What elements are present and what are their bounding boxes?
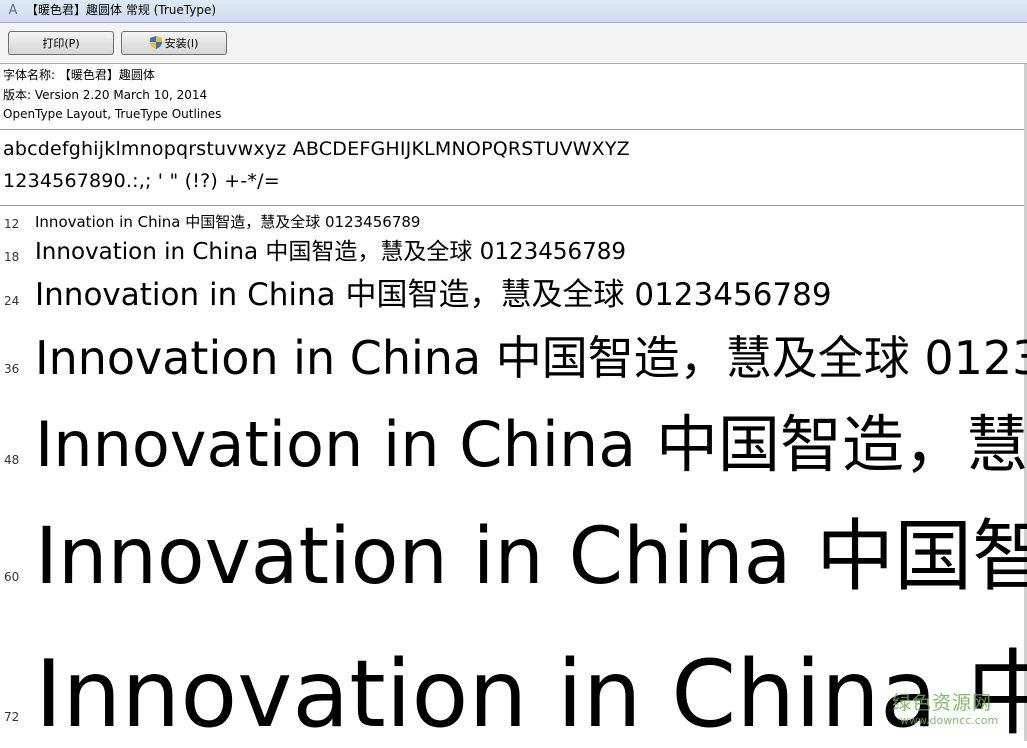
charset-letters: abcdefghijklmnopqrstuvwxyz ABCDEFGHIJKLM… xyxy=(3,138,630,160)
print-button[interactable]: 打印(P) xyxy=(8,31,114,55)
sample-text: Innovation in China 中国智造，慧及全球 0123456789 xyxy=(35,239,627,265)
outline-type-info: OpenType Layout, TrueType Outlines xyxy=(3,107,222,121)
title-bar: A 【暖色君】趣圆体 常规 (TrueType) xyxy=(0,0,1027,23)
divider-samples xyxy=(0,205,1024,206)
sample-text: Innovation in China 中国智造，慧及全球 0123456789 xyxy=(35,640,1027,748)
install-button-label: 安装(I) xyxy=(164,37,199,50)
print-button-label: 打印(P) xyxy=(42,37,80,50)
sample-text: Innovation in China 中国智造，慧及全球 0123456789 xyxy=(35,512,1027,602)
charset-digits: 1234567890.:,; ' " (!?) +-*/= xyxy=(3,170,280,192)
version-info: 版本: Version 2.20 March 10, 2014 xyxy=(3,88,208,102)
font-viewer-icon: A xyxy=(8,3,18,18)
install-button[interactable]: 安装(I) xyxy=(121,31,227,55)
sample-size-label: 60 xyxy=(4,570,20,584)
uac-shield-icon xyxy=(149,36,162,49)
sample-size-label: 12 xyxy=(4,217,20,231)
sample-size-label: 18 xyxy=(4,250,20,264)
sample-size-label: 48 xyxy=(4,453,20,467)
sample-size-label: 36 xyxy=(4,362,20,376)
sample-size-label: 24 xyxy=(4,294,20,308)
sample-text: Innovation in China 中国智造，慧及全球 0123456789 xyxy=(35,277,832,313)
sample-text: Innovation in China 中国智造，慧及全球 0123456789 xyxy=(35,213,421,231)
toolbar: 打印(P) 安装(I) xyxy=(0,23,1027,64)
font-name-info: 字体名称: 【暖色君】趣圆体 xyxy=(3,68,155,82)
sample-text: Innovation in China 中国智造，慧及全球 0123456789 xyxy=(35,408,1027,481)
divider-top xyxy=(0,129,1024,130)
window-title: 【暖色君】趣圆体 常规 (TrueType) xyxy=(26,3,217,17)
sample-size-label: 72 xyxy=(4,710,20,724)
sample-text: Innovation in China 中国智造，慧及全球 0123456789 xyxy=(35,331,1027,385)
